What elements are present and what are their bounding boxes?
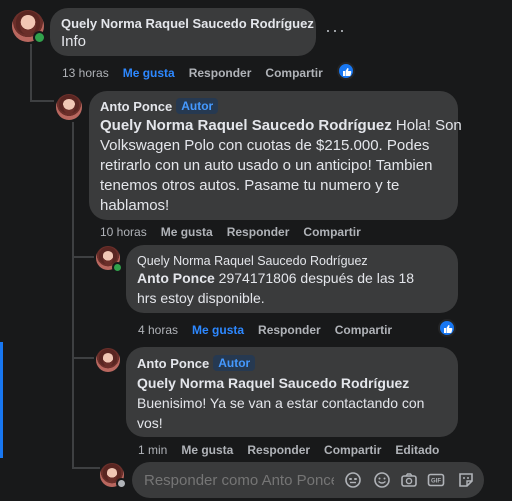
comment-author[interactable]: Quely Norma Raquel Saucedo Rodríguez <box>137 254 368 268</box>
comment-text-line: Hola! Son <box>391 117 462 134</box>
focus-indicator <box>0 342 3 458</box>
comment-bubble: Anto Ponce Autor Quely Norma Raquel Sauce… <box>89 91 462 220</box>
comment-timestamp[interactable]: 10 horas <box>100 225 147 239</box>
comment-text-line: vos! <box>137 415 163 431</box>
edited-label[interactable]: Editado <box>395 443 439 457</box>
like-button[interactable]: Me gusta <box>123 66 175 80</box>
more-options-icon[interactable]: ··· <box>325 20 346 41</box>
thread-line <box>72 122 74 468</box>
comment-text-line: retirarlo con un auto usado o un anticip… <box>100 157 433 174</box>
comment-timestamp[interactable]: 13 horas <box>62 66 109 80</box>
comment-actions: 1 min Me gusta Responder Compartir Editado <box>138 443 453 457</box>
thread-line <box>30 100 54 102</box>
reply-input[interactable] <box>142 471 336 490</box>
comment-actions: 13 horas Me gusta Responder Compartir <box>62 66 337 80</box>
author-badge: Autor <box>176 98 219 114</box>
like-button[interactable]: Me gusta <box>161 225 213 239</box>
share-button[interactable]: Compartir <box>324 443 381 457</box>
thread-line <box>72 256 94 258</box>
comment-bubble: Quely Norma Raquel Saucedo Rodríguez Inf… <box>50 8 316 56</box>
comment-actions: 4 horas Me gusta Responder Compartir <box>138 323 406 337</box>
svg-text:GIF: GIF <box>431 479 441 485</box>
comment-timestamp[interactable]: 4 horas <box>138 323 178 337</box>
comment-author: Anto Ponce Autor <box>137 355 256 371</box>
emoji-icon[interactable] <box>344 471 362 489</box>
reply-button[interactable]: Responder <box>258 323 321 337</box>
comment-text: Info <box>61 33 87 50</box>
comment-text-line: Buenisimo! Ya se van a estar contactando… <box>137 395 425 411</box>
like-button[interactable]: Me gusta <box>181 443 233 457</box>
comment-author[interactable]: Quely Norma Raquel Saucedo Rodríguez <box>61 16 314 31</box>
comment-bubble: Anto Ponce Autor Quely Norma Raquel Sauce… <box>126 347 458 437</box>
online-status-dot <box>33 31 46 44</box>
share-button[interactable]: Compartir <box>265 66 322 80</box>
comment-author: Anto Ponce Autor <box>100 98 219 114</box>
comment-timestamp[interactable]: 1 min <box>138 443 167 457</box>
author-name[interactable]: Anto Ponce <box>137 356 209 371</box>
author-name[interactable]: Anto Ponce <box>100 99 172 114</box>
like-button[interactable]: Me gusta <box>192 323 244 337</box>
camera-icon[interactable] <box>400 471 418 489</box>
account-switch-icon[interactable] <box>116 478 127 489</box>
reply-button[interactable]: Responder <box>227 225 290 239</box>
author-badge: Autor <box>213 355 256 371</box>
comment-actions: 10 horas Me gusta Responder Compartir <box>100 225 375 239</box>
reply-composer: GIF <box>132 462 484 498</box>
comment-text-line: hablamos! <box>100 197 170 214</box>
thread-line <box>72 357 94 359</box>
sticker-icon[interactable] <box>457 471 475 489</box>
mention-link[interactable]: Quely Norma Raquel Saucedo Rodríguez <box>137 373 424 393</box>
mention-link[interactable]: Quely Norma Raquel Saucedo Rodríguez <box>100 117 392 134</box>
smiley-icon[interactable] <box>373 471 391 489</box>
thread-line <box>30 44 32 102</box>
mention-link[interactable]: Anto Ponce <box>137 270 215 286</box>
share-button[interactable]: Compartir <box>335 323 392 337</box>
comment-text: Anto Ponce 2974171806 después de las 18 … <box>137 268 414 308</box>
reply-button[interactable]: Responder <box>189 66 252 80</box>
like-reaction-icon[interactable] <box>337 62 355 80</box>
comment-text-line: tenemos otros autos. Pasame tu numero y … <box>100 177 400 194</box>
avatar[interactable] <box>56 94 82 120</box>
comment-text-line: hrs estoy disponible. <box>137 290 265 306</box>
gif-icon[interactable]: GIF <box>427 471 445 489</box>
online-status-dot <box>112 262 123 273</box>
comment-bubble: Quely Norma Raquel Saucedo Rodríguez Ant… <box>126 245 458 313</box>
comment-text-line: 2974171806 después de las 18 <box>214 270 415 286</box>
reply-button[interactable]: Responder <box>247 443 310 457</box>
avatar[interactable] <box>96 348 120 372</box>
like-reaction-icon[interactable] <box>438 319 456 337</box>
comment-text: Quely Norma Raquel Saucedo Rodríguez Hol… <box>100 116 462 216</box>
thread-line <box>72 467 100 469</box>
comment-text: Quely Norma Raquel Saucedo Rodríguez Bue… <box>137 373 424 433</box>
comment-text-line: Volkswagen Polo con cuotas de $215.000. … <box>100 137 430 154</box>
share-button[interactable]: Compartir <box>303 225 360 239</box>
